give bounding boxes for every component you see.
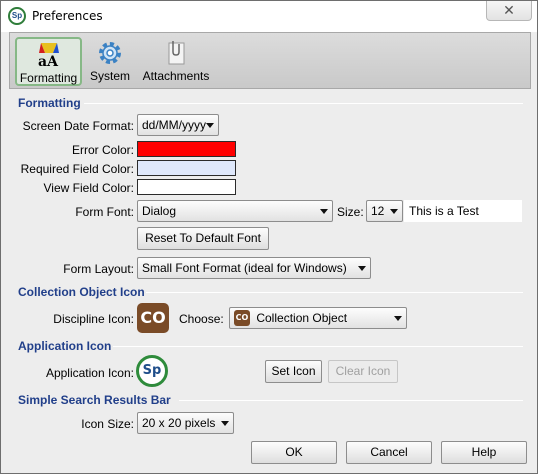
ok-button[interactable]: OK <box>251 441 337 464</box>
search-bar-separator <box>179 400 523 401</box>
chevron-down-icon <box>221 421 229 426</box>
cancel-button[interactable]: Cancel <box>346 441 432 464</box>
choose-label: Choose: <box>179 312 224 326</box>
chevron-down-icon <box>358 266 366 271</box>
tab-formatting[interactable]: aA Formatting <box>15 37 82 86</box>
icon-size-combo[interactable]: 20 x 20 pixels <box>137 412 234 434</box>
window-title: Preferences <box>32 9 103 23</box>
chevron-down-icon <box>394 316 402 321</box>
help-button[interactable]: Help <box>441 441 527 464</box>
gear-icon <box>99 42 121 64</box>
error-color-label: Error Color: <box>71 143 134 157</box>
svg-text:aA: aA <box>38 54 59 69</box>
font-size-combo[interactable]: 12 <box>366 200 403 222</box>
form-layout-value: Small Font Format (ideal for Windows) <box>142 261 347 275</box>
error-color-swatch[interactable] <box>137 141 236 157</box>
tab-formatting-label: Formatting <box>19 71 78 85</box>
application-icon-label: Application Icon: <box>45 366 134 380</box>
preferences-window: Sp Preferences ✕ aA Formatting System At… <box>0 0 538 474</box>
application-icon-section-title: Application Icon <box>18 339 112 353</box>
icon-size-label: Icon Size: <box>81 417 134 431</box>
tab-attachments[interactable]: Attachments <box>140 37 212 86</box>
formatting-section-title: Formatting <box>18 96 81 110</box>
search-bar-section-title: Simple Search Results Bar <box>18 393 171 407</box>
specify-logo-icon: Sp <box>136 355 168 387</box>
collection-icon-section-title: Collection Object Icon <box>18 285 145 299</box>
tab-system[interactable]: System <box>86 37 134 86</box>
date-format-value: dd/MM/yyyy <box>142 118 207 132</box>
date-format-label: Screen Date Format: <box>22 119 134 133</box>
chevron-down-icon <box>320 209 328 214</box>
form-layout-label: Form Layout: <box>63 262 134 276</box>
collection-object-icon: CO <box>234 310 250 326</box>
form-font-combo[interactable]: Dialog <box>137 200 333 222</box>
clear-icon-button: Clear Icon <box>328 360 398 383</box>
title-bar: Sp Preferences ✕ <box>1 1 537 32</box>
application-icon-separator <box>113 346 523 347</box>
font-test-preview: This is a Test <box>404 200 522 222</box>
discipline-icon: CO <box>137 303 169 333</box>
reset-font-button[interactable]: Reset To Default Font <box>137 227 269 250</box>
required-color-swatch[interactable] <box>137 160 236 176</box>
close-button[interactable]: ✕ <box>486 1 532 21</box>
discipline-icon-label: Discipline Icon: <box>53 312 134 326</box>
choose-icon-value: Collection Object <box>256 311 348 325</box>
form-layout-combo[interactable]: Small Font Format (ideal for Windows) <box>137 257 371 279</box>
tab-system-label: System <box>89 69 130 83</box>
paperclip-icon <box>168 41 185 65</box>
chevron-down-icon <box>390 209 398 214</box>
form-font-value: Dialog <box>142 204 177 218</box>
collection-icon-separator <box>146 292 523 293</box>
font-size-value: 12 <box>371 204 385 218</box>
view-color-label: View Field Color: <box>43 181 134 195</box>
specify-app-icon: Sp <box>8 7 26 25</box>
form-font-label: Form Font: <box>75 205 134 219</box>
set-icon-button[interactable]: Set Icon <box>265 360 322 383</box>
formatting-icon: aA <box>38 43 59 69</box>
date-format-combo[interactable]: dd/MM/yyyy <box>137 114 219 136</box>
size-label: Size: <box>337 205 364 219</box>
preferences-toolbar: aA Formatting System Attachments <box>9 32 531 89</box>
icon-size-value: 20 x 20 pixels <box>142 416 216 430</box>
formatting-separator <box>84 103 523 104</box>
view-color-swatch[interactable] <box>137 179 236 195</box>
tab-attachments-label: Attachments <box>142 69 210 83</box>
chevron-down-icon <box>206 123 214 128</box>
choose-icon-combo[interactable]: CO Collection Object <box>229 307 407 329</box>
required-color-label: Required Field Color: <box>20 162 134 176</box>
